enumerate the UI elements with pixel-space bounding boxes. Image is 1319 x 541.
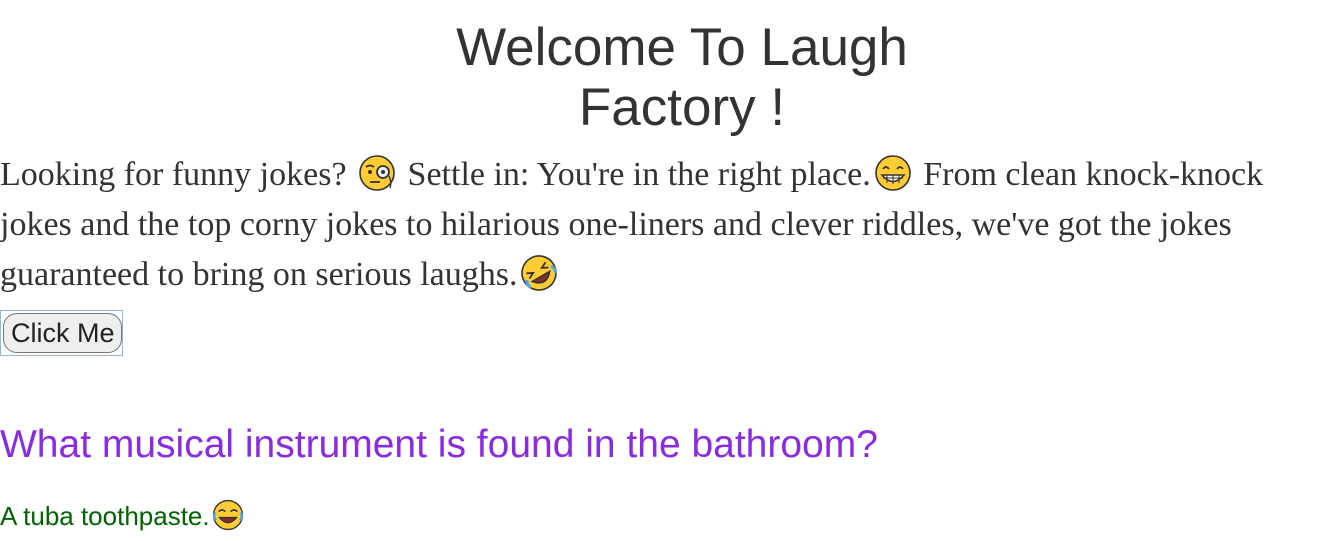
page-title: Welcome To Laugh Factory !: [0, 18, 1319, 138]
rolling-on-floor-laughing-emoji-icon: [519, 253, 559, 293]
intro-paragraph: Looking for funny jokes? Settle in: You'…: [0, 150, 1319, 300]
intro-text-2: Settle in: You're in the right place.: [407, 156, 871, 193]
click-me-button-label: Click Me: [3, 313, 122, 353]
monocle-face-emoji-icon: [357, 153, 397, 193]
tears-of-joy-emoji-icon: [211, 498, 245, 532]
joke-question: What musical instrument is found in the …: [0, 423, 878, 466]
intro-line-1: Looking for funny jokes? Settle in: You'…: [0, 150, 1319, 200]
page-title-line2: Factory !: [578, 78, 786, 137]
click-me-button[interactable]: Click Me: [0, 310, 123, 356]
intro-line-2: jokes and the top corny jokes to hilario…: [0, 206, 1232, 243]
intro-text-3: From clean knock-knock: [923, 156, 1264, 193]
joke-answer: A tuba toothpaste.: [0, 496, 247, 536]
intro-line-3: guaranteed to bring on serious laughs.: [0, 250, 1319, 300]
joke-answer-text: A tuba toothpaste.: [0, 501, 210, 531]
grinning-face-emoji-icon: [873, 153, 913, 193]
page-title-line1: Welcome To Laugh: [456, 18, 908, 77]
intro-text-4: guaranteed to bring on serious laughs.: [0, 256, 518, 293]
intro-text-1: Looking for funny jokes?: [0, 156, 347, 193]
page: Welcome To Laugh Factory ! Looking for f…: [0, 0, 1319, 541]
